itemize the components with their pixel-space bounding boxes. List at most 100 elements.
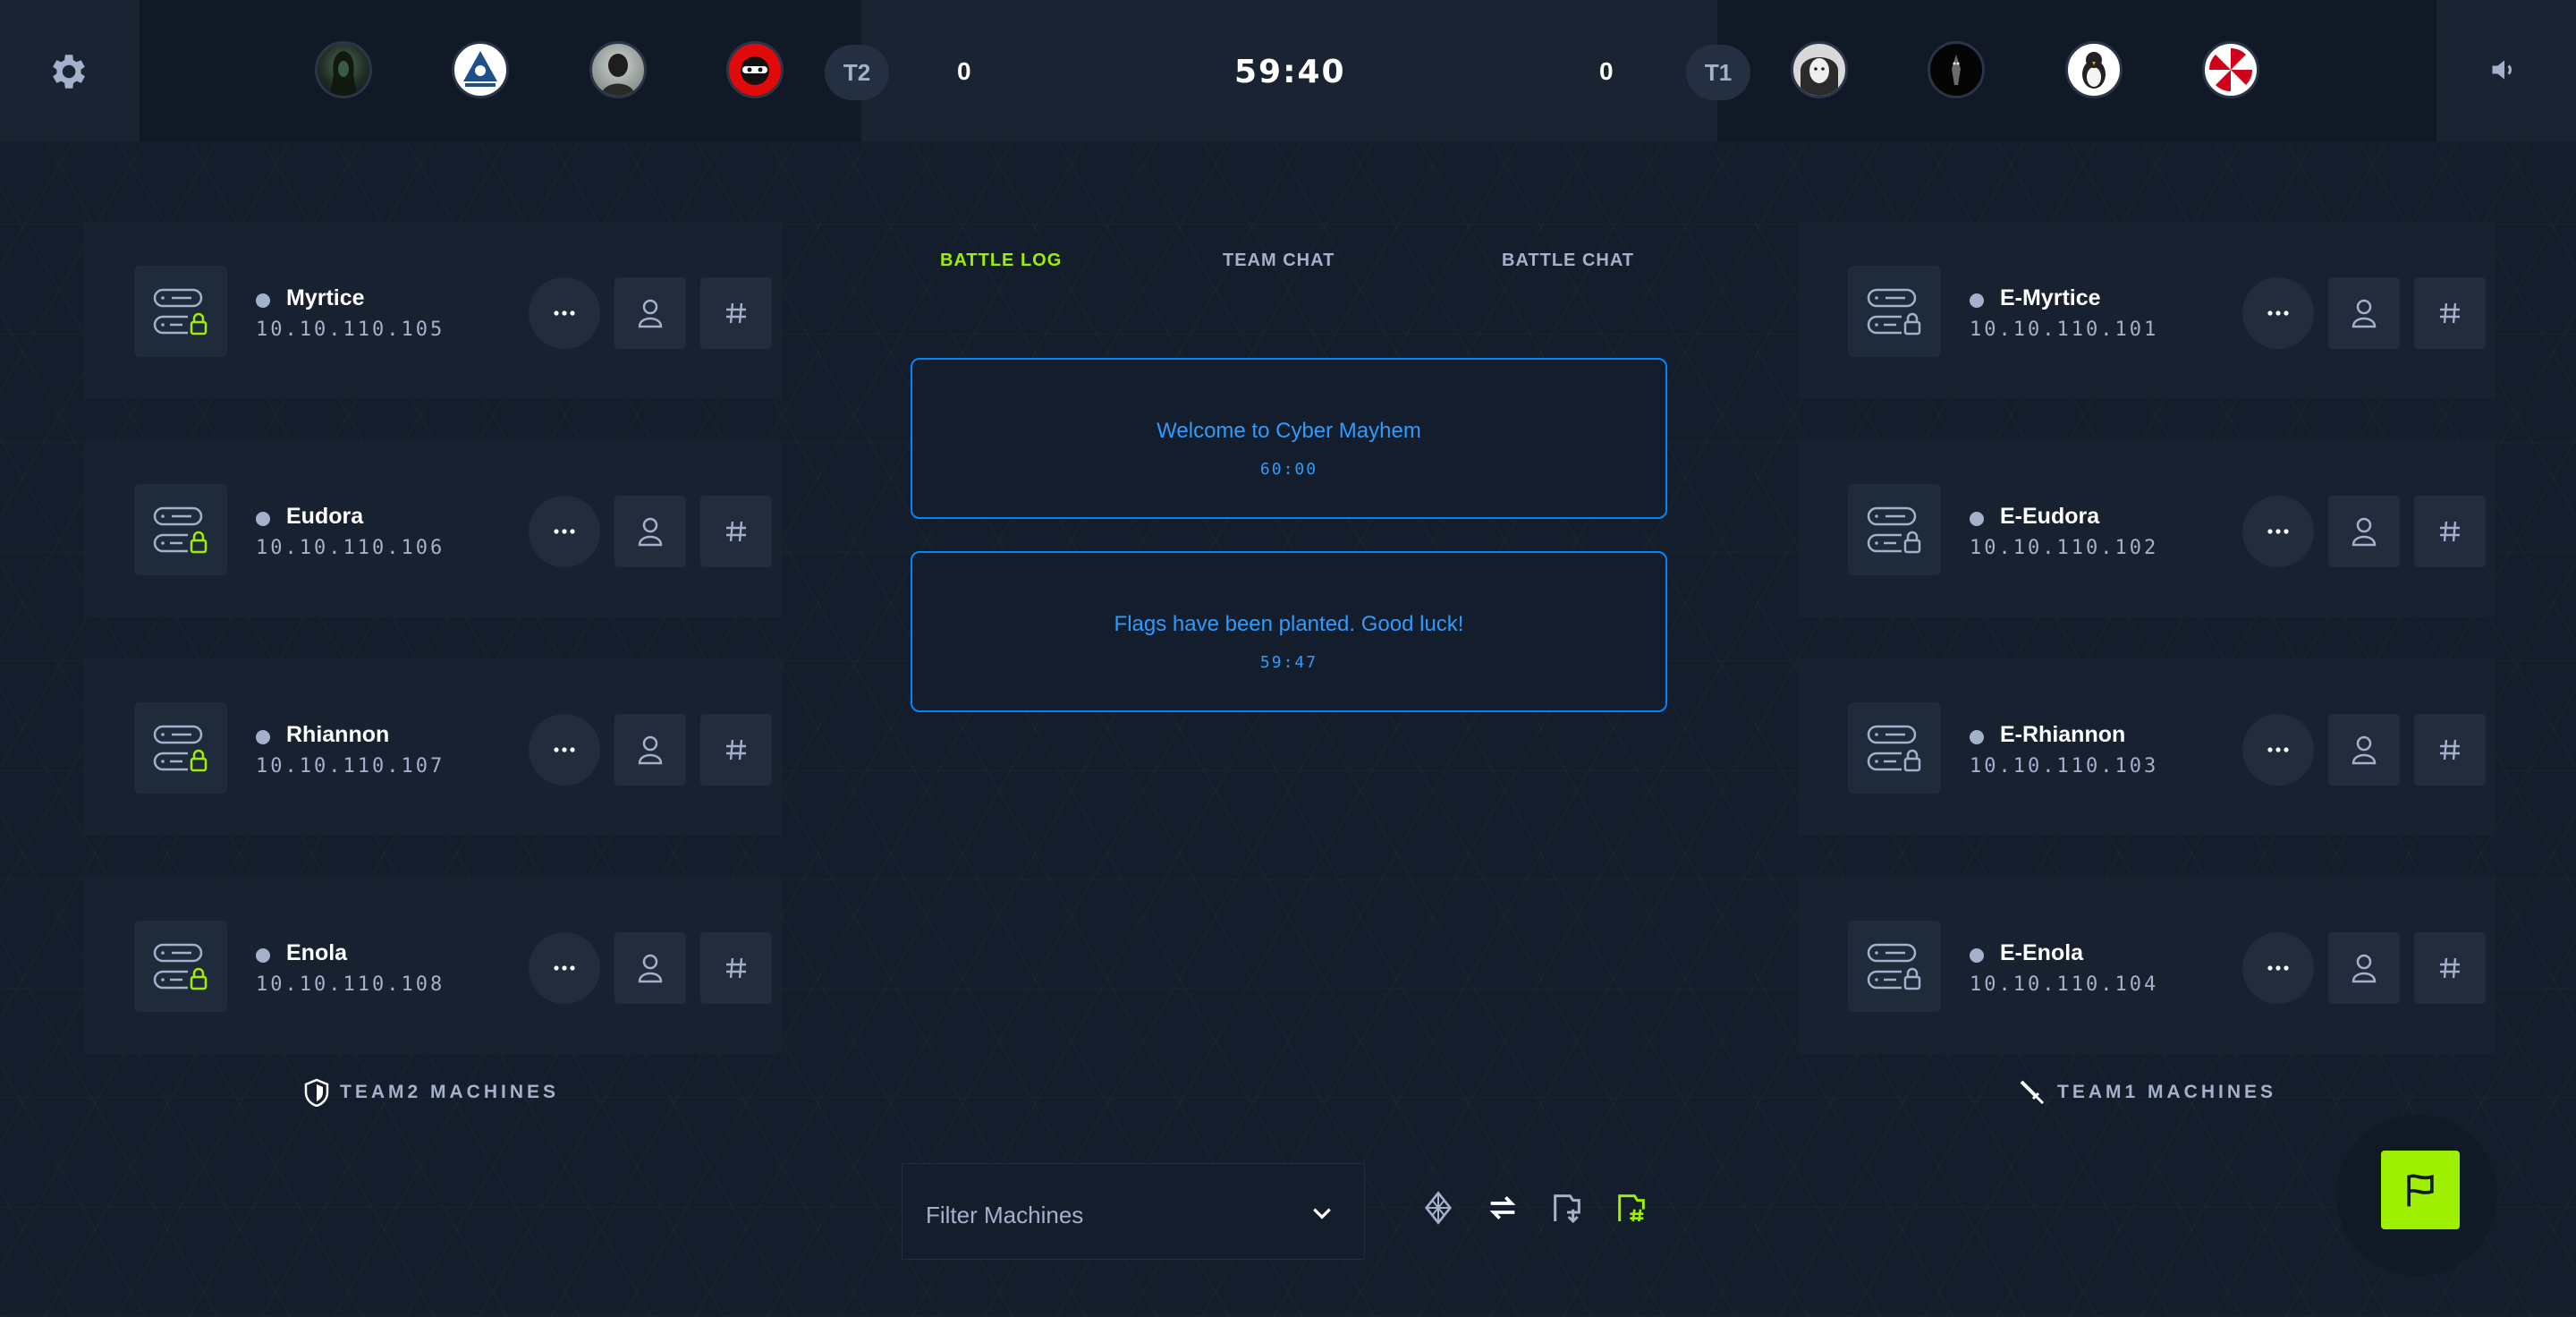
gear-icon[interactable] xyxy=(45,49,89,94)
user-flag-button[interactable] xyxy=(2328,714,2400,786)
more-options-button[interactable] xyxy=(2242,496,2314,567)
team2-score: 0 xyxy=(957,57,971,85)
root-flag-button[interactable] xyxy=(700,277,772,349)
root-flag-button[interactable] xyxy=(2414,277,2486,349)
machine-card: E-Eudora 10.10.110.102 xyxy=(1798,440,2496,617)
more-options-button[interactable] xyxy=(2242,932,2314,1004)
status-dot xyxy=(1970,512,1984,526)
server-lock-icon xyxy=(1848,266,1941,357)
swap-icon[interactable] xyxy=(1485,1190,1521,1226)
avatar-masked-agent[interactable] xyxy=(589,41,647,98)
user-flag-button[interactable] xyxy=(2328,496,2400,567)
root-flag-button[interactable] xyxy=(2414,714,2486,786)
server-lock-icon xyxy=(1848,921,1941,1012)
avatar-umbrella-logo[interactable] xyxy=(2202,41,2259,98)
server-lock-icon xyxy=(1848,702,1941,794)
server-lock-icon xyxy=(134,484,227,575)
flag-icon xyxy=(2407,1174,2434,1207)
root-flag-button[interactable] xyxy=(2414,932,2486,1004)
machine-ip: 10.10.110.108 xyxy=(256,973,445,996)
hash-icon xyxy=(726,521,746,542)
hash-icon xyxy=(726,302,746,324)
tab-battle-chat[interactable]: BATTLE CHAT xyxy=(1502,251,1634,271)
shield-icon xyxy=(304,1078,329,1107)
status-dot xyxy=(256,512,270,526)
more-options-button[interactable] xyxy=(529,277,600,349)
root-flag-button[interactable] xyxy=(700,714,772,786)
hash-icon xyxy=(2440,521,2460,542)
status-dot xyxy=(256,948,270,963)
avatar-red-ninja[interactable] xyxy=(726,41,784,98)
user-flag-button[interactable] xyxy=(614,277,686,349)
machine-ip: 10.10.110.106 xyxy=(256,537,445,559)
machine-name: Rhiannon xyxy=(286,722,390,747)
avatar-anonymous-mask[interactable] xyxy=(452,41,509,98)
top-bar: T2 0 59:40 0 T1 xyxy=(0,0,2576,141)
ellipsis-icon xyxy=(554,529,575,534)
team1-machines-text: TEAM1 MACHINES xyxy=(2057,1082,2277,1102)
avatar-hooded-figure[interactable] xyxy=(315,41,372,98)
user-flag-button[interactable] xyxy=(614,932,686,1004)
server-lock-icon xyxy=(1848,484,1941,575)
flag-download-icon[interactable] xyxy=(1549,1190,1585,1226)
server-lock-icon xyxy=(134,702,227,794)
more-options-button[interactable] xyxy=(529,714,600,786)
user-flag-button[interactable] xyxy=(2328,277,2400,349)
hash-icon xyxy=(2440,739,2460,760)
server-lock-icon xyxy=(134,921,227,1012)
ellipsis-icon xyxy=(2267,529,2289,534)
machine-card: Rhiannon 10.10.110.107 xyxy=(84,658,782,836)
more-options-button[interactable] xyxy=(2242,714,2314,786)
machine-name: E-Rhiannon xyxy=(2000,722,2126,747)
team1-badge: T1 xyxy=(1686,45,1750,100)
user-icon xyxy=(2351,954,2377,983)
hash-icon xyxy=(726,739,746,760)
log-entry: Welcome to Cyber Mayhem 60:00 xyxy=(911,358,1667,519)
user-flag-button[interactable] xyxy=(614,496,686,567)
hash-icon xyxy=(2440,302,2460,324)
machine-ip: 10.10.110.104 xyxy=(1970,973,2159,996)
user-icon xyxy=(638,954,663,983)
tab-team-chat[interactable]: TEAM CHAT xyxy=(1223,251,1335,271)
avatar-dark-figure[interactable] xyxy=(1928,41,1985,98)
machine-name: Eudora xyxy=(286,504,364,529)
log-message: Flags have been planted. Good luck! xyxy=(1114,612,1464,636)
user-icon xyxy=(638,517,663,547)
machine-card: Eudora 10.10.110.106 xyxy=(84,440,782,617)
team2-machines-text: TEAM2 MACHINES xyxy=(340,1082,560,1102)
avatar-girl-sketch[interactable] xyxy=(1791,41,1848,98)
machine-card: Enola 10.10.110.108 xyxy=(84,877,782,1054)
machine-name: E-Myrtice xyxy=(2000,285,2101,310)
more-options-button[interactable] xyxy=(529,496,600,567)
log-time: 59:47 xyxy=(1259,653,1318,672)
filter-machines-dropdown[interactable]: Filter Machines xyxy=(902,1163,1365,1260)
root-flag-button[interactable] xyxy=(2414,496,2486,567)
hash-icon xyxy=(2440,957,2460,979)
more-options-button[interactable] xyxy=(529,932,600,1004)
log-time: 60:00 xyxy=(1259,460,1318,479)
root-flag-button[interactable] xyxy=(700,496,772,567)
root-flag-button[interactable] xyxy=(700,932,772,1004)
chevron-down-icon xyxy=(1313,1208,1331,1219)
server-lock-icon xyxy=(134,266,227,357)
machine-ip: 10.10.110.105 xyxy=(256,319,445,341)
machine-name: E-Eudora xyxy=(2000,504,2100,529)
machine-ip: 10.10.110.103 xyxy=(1970,755,2159,777)
avatar-penguin[interactable] xyxy=(2065,41,2123,98)
more-options-button[interactable] xyxy=(2242,277,2314,349)
volume-icon[interactable] xyxy=(2488,54,2521,86)
user-flag-button[interactable] xyxy=(614,714,686,786)
flag-hash-icon[interactable] xyxy=(1614,1190,1649,1226)
network-icon[interactable] xyxy=(1420,1190,1456,1226)
machine-name: E-Enola xyxy=(2000,940,2084,965)
tab-battle-log[interactable]: BATTLE LOG xyxy=(940,251,1062,271)
user-icon xyxy=(638,735,663,765)
team2-machines-label: TEAM2 MACHINES xyxy=(304,1078,559,1107)
user-flag-button[interactable] xyxy=(2328,932,2400,1004)
submit-flag-button[interactable] xyxy=(2381,1151,2460,1229)
ellipsis-icon xyxy=(2267,747,2289,752)
user-icon xyxy=(638,299,663,328)
ellipsis-icon xyxy=(554,747,575,752)
machine-ip: 10.10.110.102 xyxy=(1970,537,2159,559)
machine-ip: 10.10.110.107 xyxy=(256,755,445,777)
